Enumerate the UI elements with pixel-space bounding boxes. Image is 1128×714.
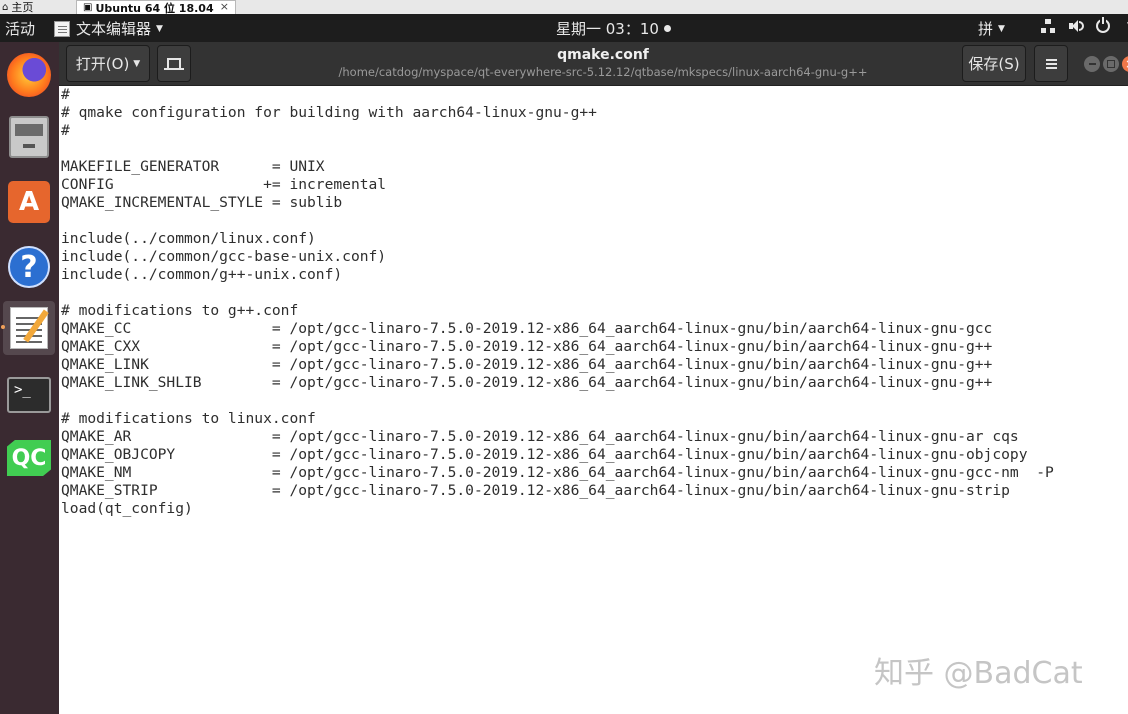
- text-editor-icon: [10, 307, 48, 349]
- code-line[interactable]: #: [61, 86, 1054, 104]
- vm-tab-home-label: 主页: [11, 1, 34, 14]
- app-menu-label: 文本编辑器: [76, 20, 152, 38]
- save-button-label: 保存(S): [968, 55, 1020, 73]
- new-tab-icon: [164, 57, 184, 70]
- caret-down-icon: ▼: [133, 58, 141, 69]
- menu-button[interactable]: [1034, 45, 1068, 82]
- code-line[interactable]: include(../common/g++-unix.conf): [61, 266, 1054, 284]
- code-line[interactable]: load(qt_config): [61, 500, 1054, 518]
- code-line[interactable]: #: [61, 122, 1054, 140]
- code-line[interactable]: [61, 284, 1054, 302]
- code-line[interactable]: QMAKE_NM = /opt/gcc-linaro-7.5.0-2019.12…: [61, 464, 1054, 482]
- home-icon: ⌂: [2, 1, 9, 13]
- text-editor-icon: [54, 20, 70, 37]
- vm-tab-strip: ⌂ 主页 ▣ Ubuntu 64 位 18.04 ×: [0, 0, 1128, 14]
- input-method-label: 拼: [978, 20, 994, 38]
- clock-label: 星期一 03：10: [556, 20, 659, 38]
- code-line[interactable]: [61, 140, 1054, 158]
- document-title: qmake.conf: [557, 47, 649, 63]
- code-line[interactable]: # modifications to g++.conf: [61, 302, 1054, 320]
- document-path: /home/catdog/myspace/qt-everywhere-src-5…: [338, 65, 868, 79]
- code-line[interactable]: QMAKE_OBJCOPY = /opt/gcc-linaro-7.5.0-20…: [61, 446, 1054, 464]
- code-line[interactable]: QMAKE_CC = /opt/gcc-linaro-7.5.0-2019.12…: [61, 320, 1054, 338]
- files-icon: [9, 116, 49, 158]
- dock-item-qt-creator[interactable]: QC: [3, 431, 55, 485]
- system-tray[interactable]: ▼: [1040, 17, 1128, 34]
- vm-tab-home[interactable]: ⌂ 主页: [0, 0, 72, 14]
- document-text[interactable]: # # qmake configuration for building with…: [61, 86, 1054, 518]
- minimize-button[interactable]: [1084, 56, 1100, 72]
- code-line[interactable]: QMAKE_CXX = /opt/gcc-linaro-7.5.0-2019.1…: [61, 338, 1054, 356]
- help-icon: ?: [8, 246, 50, 288]
- launcher-dock: A ? >_ QC: [0, 42, 59, 714]
- gnome-top-bar: 活动 文本编辑器 ▼ 星期一 03：10 拼 ▼ ▼: [0, 14, 1128, 42]
- qt-creator-icon: QC: [7, 440, 51, 476]
- open-button-label: 打开(O): [75, 55, 130, 73]
- code-line[interactable]: MAKEFILE_GENERATOR = UNIX: [61, 158, 1054, 176]
- caret-down-icon: ▼: [156, 23, 163, 34]
- vm-icon: ▣: [83, 2, 93, 13]
- code-line[interactable]: QMAKE_AR = /opt/gcc-linaro-7.5.0-2019.12…: [61, 428, 1054, 446]
- code-line[interactable]: [61, 212, 1054, 230]
- new-document-button[interactable]: [157, 45, 191, 82]
- dock-item-firefox[interactable]: [3, 48, 55, 102]
- save-button[interactable]: 保存(S): [962, 45, 1026, 82]
- dock-item-text-editor[interactable]: [1, 301, 55, 355]
- code-line[interactable]: QMAKE_INCREMENTAL_STYLE = sublib: [61, 194, 1054, 212]
- code-line[interactable]: QMAKE_STRIP = /opt/gcc-linaro-7.5.0-2019…: [61, 482, 1054, 500]
- vm-tab-ubuntu[interactable]: ▣ Ubuntu 64 位 18.04 ×: [76, 0, 236, 14]
- close-window-button[interactable]: [1122, 56, 1128, 72]
- maximize-button[interactable]: [1103, 56, 1119, 72]
- dock-item-help[interactable]: ?: [3, 240, 55, 294]
- code-line[interactable]: # modifications to linux.conf: [61, 410, 1054, 428]
- dock-item-terminal[interactable]: >_: [3, 368, 55, 422]
- text-editor-area[interactable]: # # qmake configuration for building with…: [59, 86, 1128, 714]
- code-line[interactable]: QMAKE_LINK_SHLIB = /opt/gcc-linaro-7.5.0…: [61, 374, 1054, 392]
- code-line[interactable]: include(../common/gcc-base-unix.conf): [61, 248, 1054, 266]
- app-menu[interactable]: 文本编辑器 ▼: [54, 18, 163, 39]
- firefox-icon: [7, 53, 51, 97]
- vm-tab-ubuntu-label: Ubuntu 64 位 18.04: [95, 1, 214, 15]
- editor-header-bar: 打开(O) ▼ qmake.conf /home/catdog/myspace/…: [59, 42, 1128, 86]
- open-button[interactable]: 打开(O) ▼: [66, 45, 150, 82]
- clock[interactable]: 星期一 03：10: [556, 18, 671, 39]
- activities-button[interactable]: 活动: [5, 18, 35, 39]
- software-center-icon: A: [8, 181, 50, 223]
- code-line[interactable]: include(../common/linux.conf): [61, 230, 1054, 248]
- dock-item-files[interactable]: [3, 110, 55, 164]
- network-icon[interactable]: [1040, 18, 1056, 34]
- code-line[interactable]: [61, 392, 1054, 410]
- watermark: 知乎 @BadCat: [874, 656, 1083, 691]
- close-icon[interactable]: ×: [220, 0, 229, 13]
- code-line[interactable]: CONFIG += incremental: [61, 176, 1054, 194]
- notification-dot-icon: [663, 25, 671, 32]
- dock-item-ubuntu-software[interactable]: A: [3, 175, 55, 229]
- input-method-menu[interactable]: 拼 ▼: [978, 18, 1005, 39]
- volume-icon[interactable]: [1068, 18, 1084, 34]
- code-line[interactable]: QMAKE_LINK = /opt/gcc-linaro-7.5.0-2019.…: [61, 356, 1054, 374]
- power-icon[interactable]: [1096, 17, 1110, 33]
- code-line[interactable]: # qmake configuration for building with …: [61, 104, 1054, 122]
- hamburger-menu-icon: [1045, 62, 1057, 65]
- terminal-icon: >_: [7, 377, 51, 413]
- caret-down-icon: ▼: [998, 23, 1005, 34]
